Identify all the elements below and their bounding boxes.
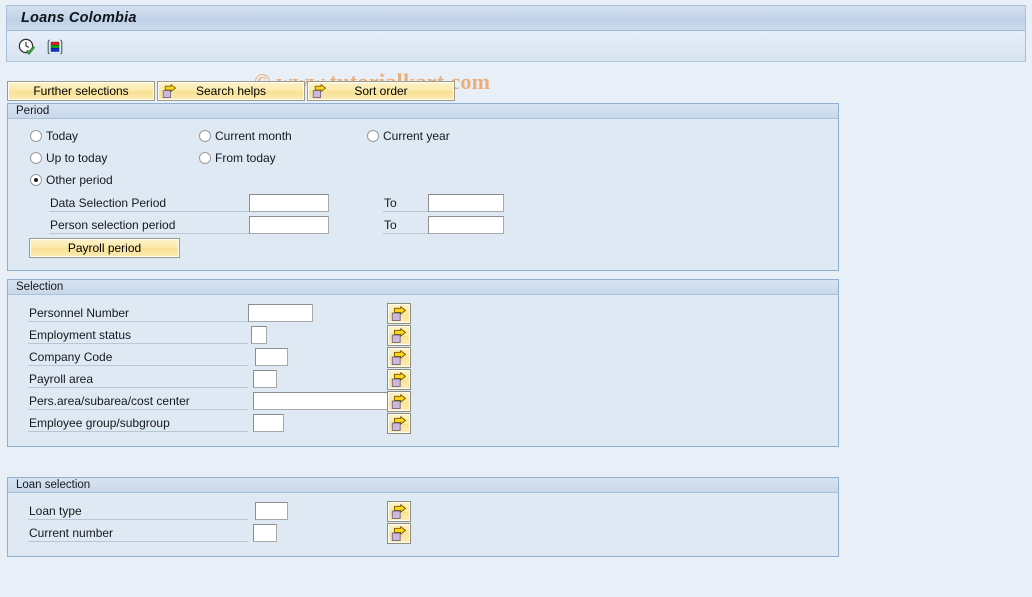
radio-other-period-label: Other period <box>46 173 113 187</box>
loan-type-multiple-selection-button[interactable] <box>387 501 411 522</box>
variant-icon[interactable] <box>45 37 65 57</box>
radio-current-month[interactable]: Current month <box>199 129 292 143</box>
payroll-area-multiple-selection-button[interactable] <box>387 369 411 390</box>
further-selections-button[interactable]: Further selections <box>7 81 155 101</box>
pers-area-subarea-cost-center-label: Pers.area/subarea/cost center <box>28 393 248 410</box>
person-selection-period-label: Person selection period <box>49 217 249 234</box>
arrow-right-icon <box>162 84 177 99</box>
data-selection-period-to-input[interactable] <box>428 194 504 212</box>
radio-today-label: Today <box>46 129 79 143</box>
execute-clock-icon[interactable] <box>17 37 37 57</box>
period-group-legend: Period <box>8 104 838 119</box>
radio-current-year-dot[interactable] <box>367 130 379 142</box>
pers-area-multiple-selection-button[interactable] <box>387 391 411 412</box>
radio-from-today-label: From today <box>215 151 276 165</box>
sap-selection-screen: Loans Colombia © www.tutorialkart.com <box>0 0 1032 597</box>
search-helps-label: Search helps <box>195 84 267 98</box>
employee-group-subgroup-input[interactable] <box>253 414 284 432</box>
personnel-number-input[interactable] <box>248 304 313 322</box>
radio-up-to-today-dot[interactable] <box>30 152 42 164</box>
employment-status-multiple-selection-button[interactable] <box>387 325 411 346</box>
company-code-label: Company Code <box>28 349 248 366</box>
data-selection-period-to-label: To <box>383 195 428 212</box>
page-title: Loans Colombia <box>21 10 137 26</box>
application-toolbar: © www.tutorialkart.com <box>6 31 1026 94</box>
search-helps-button[interactable]: Search helps <box>157 81 305 101</box>
loan-type-input[interactable] <box>255 502 288 520</box>
person-selection-period-from-input[interactable] <box>249 216 329 234</box>
radio-other-period-dot[interactable] <box>30 174 42 186</box>
employee-group-multiple-selection-button[interactable] <box>387 413 411 434</box>
data-selection-period-label: Data Selection Period <box>49 195 249 212</box>
employment-status-label: Employment status <box>28 327 248 344</box>
selection-group-body: Personnel Number Employment status Compa… <box>8 295 838 446</box>
current-number-input[interactable] <box>253 524 277 542</box>
payroll-area-label: Payroll area <box>28 371 248 388</box>
arrow-right-icon <box>312 84 327 99</box>
personnel-number-multiple-selection-button[interactable] <box>387 303 411 324</box>
radio-today[interactable]: Today <box>30 129 78 143</box>
company-code-multiple-selection-button[interactable] <box>387 347 411 368</box>
period-group: Period Today Current month Current year … <box>7 103 839 271</box>
radio-today-dot[interactable] <box>30 130 42 142</box>
data-selection-period-from-input[interactable] <box>249 194 329 212</box>
period-group-body: Today Current month Current year Up to t… <box>8 119 838 270</box>
personnel-number-label: Personnel Number <box>28 305 248 322</box>
payroll-period-button[interactable]: Payroll period <box>29 238 180 258</box>
employment-status-input[interactable] <box>251 326 267 344</box>
sort-order-button[interactable]: Sort order <box>307 81 455 101</box>
loan-selection-group: Loan selection Loan type Current number <box>7 477 839 557</box>
radio-up-to-today[interactable]: Up to today <box>30 151 107 165</box>
current-number-label: Current number <box>28 525 248 542</box>
radio-current-month-dot[interactable] <box>199 130 211 142</box>
radio-current-month-label: Current month <box>215 129 292 143</box>
payroll-area-input[interactable] <box>253 370 277 388</box>
selection-group: Selection Personnel Number Employment st… <box>7 279 839 447</box>
radio-up-to-today-label: Up to today <box>46 151 108 165</box>
sort-order-label: Sort order <box>354 84 408 98</box>
further-selections-label: Further selections <box>33 84 129 98</box>
employee-group-subgroup-label: Employee group/subgroup <box>28 415 248 432</box>
window-title-bar: Loans Colombia <box>6 5 1026 31</box>
pers-area-subarea-cost-center-input[interactable] <box>253 392 388 410</box>
loan-selection-group-legend: Loan selection <box>8 478 838 493</box>
company-code-input[interactable] <box>255 348 288 366</box>
radio-from-today-dot[interactable] <box>199 152 211 164</box>
selection-group-legend: Selection <box>8 280 838 295</box>
loan-selection-group-body: Loan type Current number <box>8 493 838 556</box>
current-number-multiple-selection-button[interactable] <box>387 523 411 544</box>
person-selection-period-to-label: To <box>383 217 428 234</box>
person-selection-period-to-input[interactable] <box>428 216 504 234</box>
radio-from-today[interactable]: From today <box>199 151 276 165</box>
radio-current-year-label: Current year <box>383 129 450 143</box>
payroll-period-label: Payroll period <box>67 241 142 255</box>
radio-other-period[interactable]: Other period <box>30 173 113 187</box>
radio-current-year[interactable]: Current year <box>367 129 450 143</box>
loan-type-label: Loan type <box>28 503 248 520</box>
